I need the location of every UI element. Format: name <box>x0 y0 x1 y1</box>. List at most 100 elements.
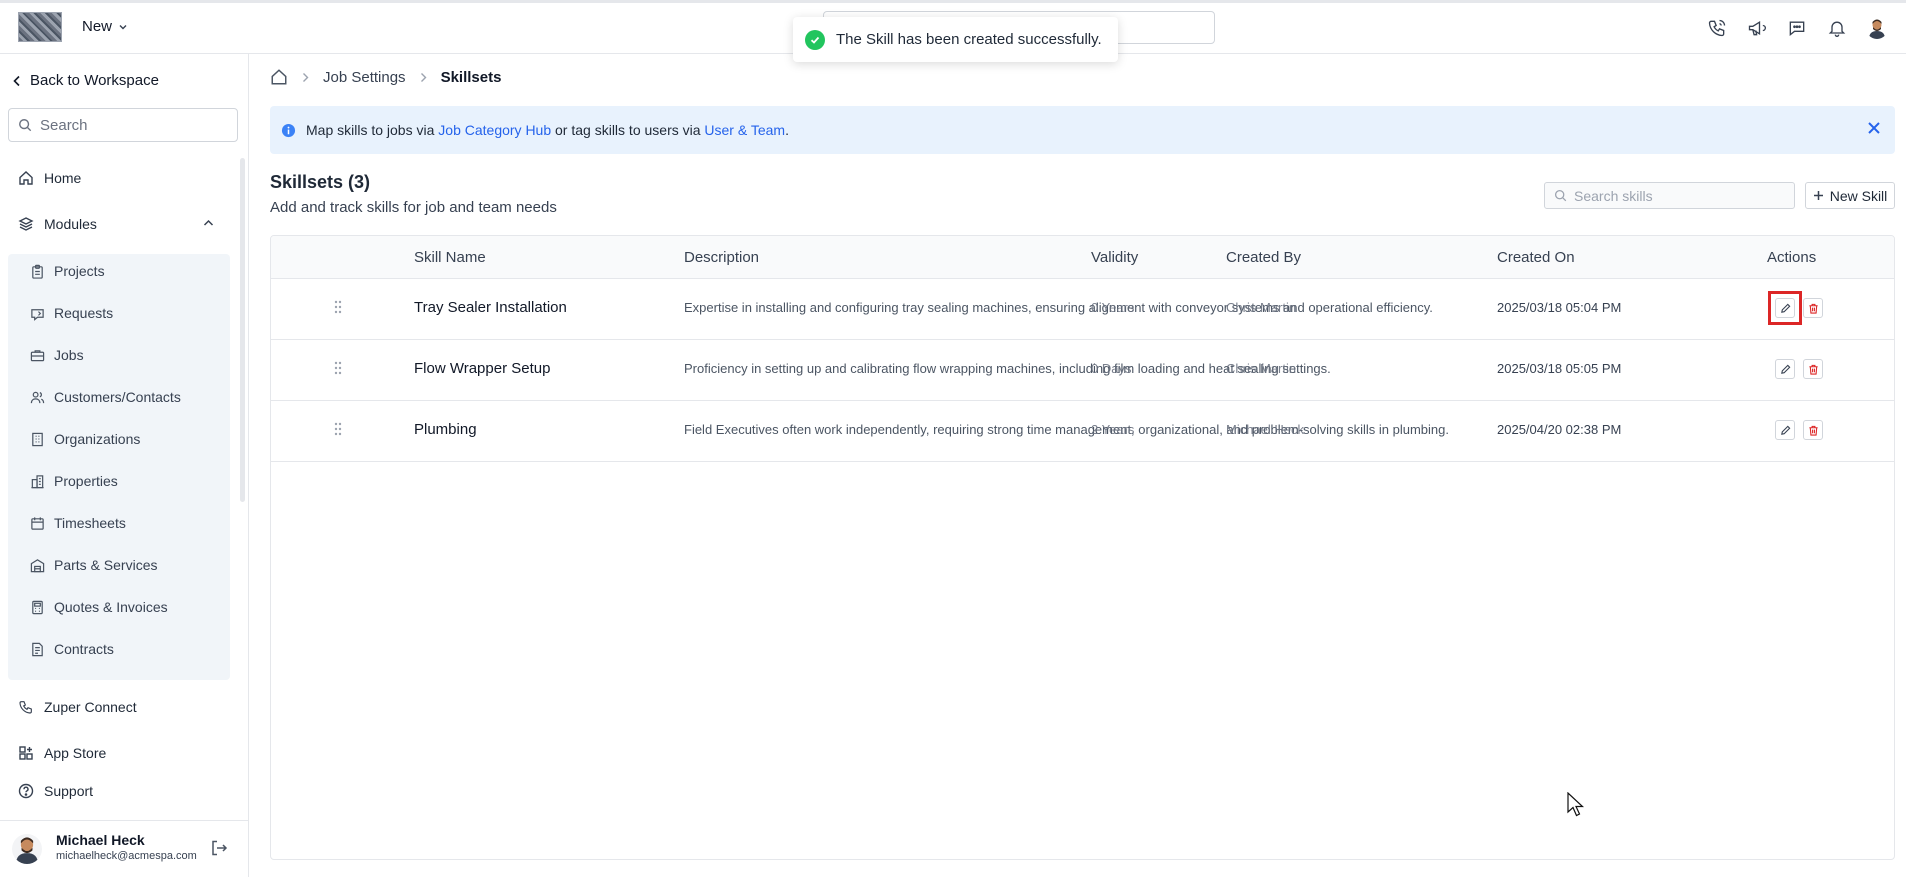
sidebar-item-label: Home <box>44 170 82 186</box>
megaphone-icon[interactable] <box>1746 17 1768 39</box>
sidebar: Back to Workspace Search Home Modules Pr… <box>0 54 249 877</box>
users-icon <box>30 390 45 405</box>
apps-grid-icon <box>18 745 34 761</box>
info-icon <box>281 123 296 138</box>
skill-name: Flow Wrapper Setup <box>414 360 551 377</box>
banner-text: . <box>785 122 789 138</box>
close-icon[interactable] <box>1867 121 1881 135</box>
sidebar-scrollbar[interactable] <box>240 158 245 502</box>
check-circle-icon <box>805 29 825 50</box>
delete-button[interactable] <box>1803 298 1823 318</box>
skill-validity: 0 Years <box>1091 300 1135 315</box>
chat-icon[interactable] <box>1786 17 1808 39</box>
sidebar-item-label: Customers/Contacts <box>54 389 181 405</box>
banner-text: Map skills to jobs via <box>306 122 439 138</box>
home-icon[interactable] <box>270 68 288 86</box>
mouse-cursor-icon <box>1567 792 1587 818</box>
sidebar-item-organizations[interactable]: Organizations <box>30 431 140 447</box>
skill-name: Tray Sealer Installation <box>414 299 567 316</box>
bell-icon[interactable] <box>1826 17 1848 39</box>
breadcrumb-job-settings[interactable]: Job Settings <box>323 69 406 86</box>
table-row[interactable]: Tray Sealer Installation Expertise in in… <box>271 279 1894 340</box>
search-icon <box>18 118 32 132</box>
new-skill-label: New Skill <box>1829 187 1888 204</box>
sidebar-item-zuper-connect[interactable]: Zuper Connect <box>18 699 137 715</box>
edit-button[interactable] <box>1775 359 1795 379</box>
sidebar-item-projects[interactable]: Projects <box>30 263 105 279</box>
sidebar-item-quotes-invoices[interactable]: Quotes & Invoices <box>30 599 168 615</box>
chevron-up-icon <box>203 219 214 227</box>
skill-validity: 2 Years <box>1091 422 1135 437</box>
warehouse-icon <box>30 558 45 573</box>
drag-handle-icon[interactable] <box>334 422 342 436</box>
skill-created-by: Chris Martin <box>1226 300 1297 315</box>
sidebar-item-support[interactable]: Support <box>18 783 93 799</box>
delete-button[interactable] <box>1803 420 1823 440</box>
drag-handle-icon[interactable] <box>334 361 342 375</box>
sidebar-item-label: Projects <box>54 263 105 279</box>
column-header-description[interactable]: Description <box>684 249 759 266</box>
user-avatar <box>12 834 42 864</box>
skill-created-on: 2025/04/20 02:38 PM <box>1497 422 1622 437</box>
skill-description: Field Executives often work independentl… <box>684 422 1449 437</box>
company-logo[interactable] <box>18 12 62 42</box>
sidebar-item-label: Zuper Connect <box>44 699 137 715</box>
chevron-right-icon <box>420 72 427 83</box>
banner-text: or tag skills to users via <box>551 122 705 138</box>
skill-description: Expertise in installing and configuring … <box>684 300 1433 315</box>
sidebar-search-input[interactable]: Search <box>8 108 238 142</box>
delete-button[interactable] <box>1803 359 1823 379</box>
sidebar-item-contracts[interactable]: Contracts <box>30 641 114 657</box>
sidebar-item-parts-services[interactable]: Parts & Services <box>30 557 157 573</box>
back-to-workspace-link[interactable]: Back to Workspace <box>12 72 159 89</box>
table-header: Skill Name Description Validity Created … <box>271 236 1894 279</box>
sidebar-item-jobs[interactable]: Jobs <box>30 347 84 363</box>
home-icon <box>18 170 34 186</box>
job-category-hub-link[interactable]: Job Category Hub <box>438 122 551 138</box>
success-toast: The Skill has been created successfully. <box>793 17 1118 62</box>
skill-created-by: Michael Heck <box>1226 422 1305 437</box>
skill-search-input[interactable]: Search skills <box>1544 182 1795 209</box>
column-header-created-by[interactable]: Created By <box>1226 249 1301 266</box>
request-icon <box>30 306 45 321</box>
edit-button[interactable] <box>1775 420 1795 440</box>
profile-avatar[interactable] <box>1866 17 1888 39</box>
pencil-icon <box>1780 425 1791 436</box>
sidebar-item-customers-contacts[interactable]: Customers/Contacts <box>30 389 181 405</box>
sidebar-item-label: Requests <box>54 305 114 321</box>
plus-icon <box>1813 190 1824 201</box>
column-header-created-on[interactable]: Created On <box>1497 249 1575 266</box>
top-icons <box>1706 17 1888 39</box>
help-circle-icon <box>18 783 34 799</box>
column-header-skill-name[interactable]: Skill Name <box>414 249 486 266</box>
user-team-link[interactable]: User & Team <box>704 122 785 138</box>
trash-icon <box>1808 364 1819 375</box>
table-row[interactable]: Flow Wrapper Setup Proficiency in settin… <box>271 340 1894 401</box>
column-header-actions: Actions <box>1767 249 1817 266</box>
sidebar-item-modules[interactable]: Modules <box>18 216 218 232</box>
sidebar-item-label: Contracts <box>54 641 114 657</box>
sidebar-item-requests[interactable]: Requests <box>30 305 113 321</box>
pencil-icon <box>1780 364 1791 375</box>
sidebar-item-label: Organizations <box>54 431 141 447</box>
sidebar-item-label: Jobs <box>54 347 84 363</box>
table-row[interactable]: Plumbing Field Executives often work ind… <box>271 401 1894 462</box>
new-skill-button[interactable]: New Skill <box>1805 182 1895 209</box>
edit-button[interactable] <box>1775 298 1795 318</box>
skills-table: Skill Name Description Validity Created … <box>270 235 1895 860</box>
new-menu-button[interactable]: New <box>82 18 128 35</box>
sidebar-item-app-store[interactable]: App Store <box>18 745 106 761</box>
sidebar-item-properties[interactable]: Properties <box>30 473 118 489</box>
sidebar-item-label: Timesheets <box>54 515 126 531</box>
sidebar-item-label: Quotes & Invoices <box>54 599 168 615</box>
logout-icon[interactable] <box>210 839 228 857</box>
sidebar-item-home[interactable]: Home <box>18 170 81 186</box>
sidebar-item-timesheets[interactable]: Timesheets <box>30 515 126 531</box>
phone-icon[interactable] <box>1706 17 1728 39</box>
chevron-down-icon <box>118 22 128 32</box>
skill-created-by: Chris Martin <box>1226 361 1297 376</box>
column-header-validity[interactable]: Validity <box>1091 249 1138 266</box>
skill-created-on: 2025/03/18 05:04 PM <box>1497 300 1622 315</box>
drag-handle-icon[interactable] <box>334 300 342 314</box>
info-banner: Map skills to jobs via Job Category Hub … <box>270 106 1895 154</box>
